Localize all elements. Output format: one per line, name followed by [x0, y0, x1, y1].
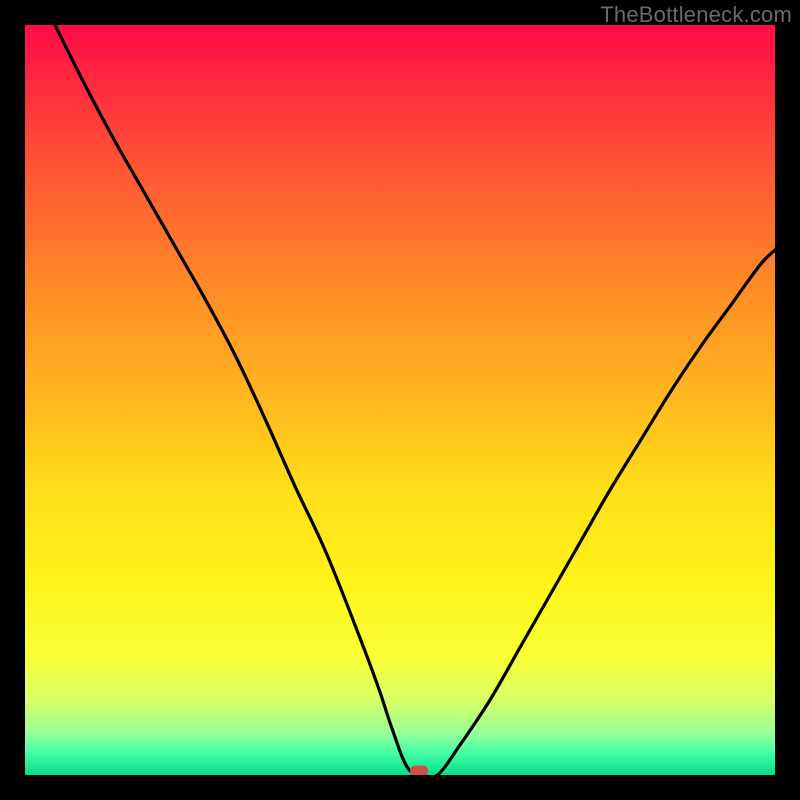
- bottleneck-curve: [55, 25, 775, 775]
- optimal-point-marker: [410, 765, 428, 775]
- watermark-text: TheBottleneck.com: [600, 2, 792, 28]
- chart-plot-area: [25, 25, 775, 775]
- chart-svg: [25, 25, 775, 775]
- chart-frame: TheBottleneck.com: [0, 0, 800, 800]
